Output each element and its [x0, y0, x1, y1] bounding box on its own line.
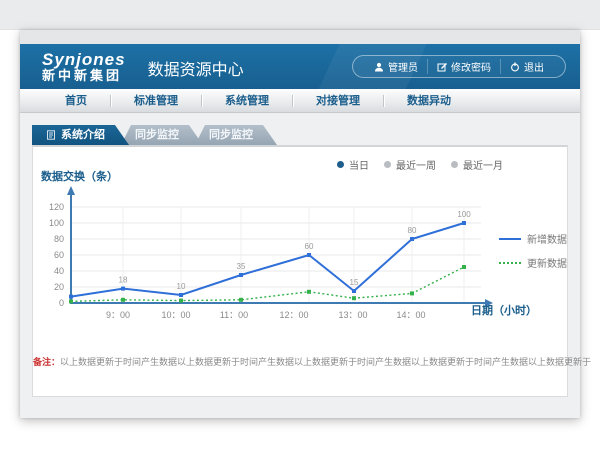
svg-text:60: 60 — [54, 250, 64, 260]
brand-logo: Synjones 新中新集团 — [34, 51, 126, 82]
logout-button[interactable]: 退出 — [500, 59, 553, 74]
legend-item-new-data[interactable]: 新增数据 — [499, 231, 567, 246]
legend-line-solid-icon — [499, 238, 521, 240]
window-top-margin — [20, 30, 580, 44]
main-nav: 首页 标准管理 系统管理 对接管理 数据异动 — [20, 89, 580, 113]
svg-text:20: 20 — [54, 282, 64, 292]
power-icon — [510, 62, 520, 72]
svg-text:80: 80 — [54, 234, 64, 244]
svg-text:10: 10 — [177, 282, 186, 291]
chart-legend: 新增数据 更新数据 — [499, 231, 567, 270]
brand-logo-en: Synjones — [42, 51, 126, 69]
change-password-label: 修改密码 — [451, 59, 491, 74]
tab-sync-monitor-1[interactable]: 同步监控 — [121, 125, 203, 145]
svg-text:12：00: 12：00 — [279, 310, 308, 320]
svg-text:100: 100 — [457, 210, 471, 219]
change-password-button[interactable]: 修改密码 — [427, 59, 500, 74]
app-window: Synjones 新中新集团 数据资源中心 管理员 修改 — [20, 30, 580, 418]
tab-system-intro[interactable]: 系统介绍 — [32, 125, 129, 145]
svg-text:60: 60 — [305, 242, 314, 251]
nav-item-interface-mgmt[interactable]: 对接管理 — [293, 89, 383, 113]
legend-label: 更新数据 — [527, 255, 567, 270]
svg-text:18: 18 — [119, 276, 128, 285]
legend-item-updated-data[interactable]: 更新数据 — [499, 255, 567, 270]
svg-text:15: 15 — [350, 278, 359, 287]
app-title: 数据资源中心 — [148, 56, 244, 89]
page-background: Synjones 新中新集团 数据资源中心 管理员 修改 — [0, 0, 600, 450]
footnote-text: 以上数据更新于时间产生数据以上数据更新于时间产生数据以上数据更新于时间产生数据以… — [60, 357, 591, 367]
svg-text:10：00: 10：00 — [161, 310, 190, 320]
legend-label: 新增数据 — [527, 231, 567, 246]
footnote-prefix: 备注： — [33, 357, 60, 367]
logout-label: 退出 — [524, 59, 544, 74]
content-area: 系统介绍 同步监控 同步监控 当日 最近一周 — [20, 113, 580, 418]
svg-text:35: 35 — [237, 262, 246, 271]
nav-item-system-mgmt[interactable]: 系统管理 — [202, 89, 292, 113]
tab-label: 同步监控 — [209, 125, 253, 145]
svg-text:0: 0 — [59, 298, 64, 308]
user-toolbar: 管理员 修改密码 退出 — [352, 55, 566, 78]
current-user-button[interactable]: 管理员 — [365, 59, 427, 74]
nav-item-data-change[interactable]: 数据异动 — [384, 89, 474, 113]
svg-text:11：00: 11：00 — [220, 310, 248, 320]
svg-text:100: 100 — [49, 218, 64, 228]
x-axis-title: 日期（小时） — [471, 302, 537, 318]
nav-item-standard-mgmt[interactable]: 标准管理 — [111, 89, 201, 113]
svg-text:9：00: 9：00 — [106, 310, 130, 320]
tab-label: 系统介绍 — [61, 125, 105, 145]
svg-text:13：00: 13：00 — [338, 310, 367, 320]
tab-bar: 系统介绍 同步监控 同步监控 — [32, 125, 568, 145]
legend-line-dotted-icon — [499, 262, 521, 264]
edit-icon — [437, 62, 447, 72]
brand-logo-cn: 新中新集团 — [42, 69, 126, 83]
footnote: 备注：以上数据更新于时间产生数据以上数据更新于时间产生数据以上数据更新于时间产生… — [33, 355, 567, 368]
svg-text:80: 80 — [408, 226, 417, 235]
tab-sync-monitor-2[interactable]: 同步监控 — [195, 125, 277, 145]
svg-text:120: 120 — [49, 202, 64, 212]
chart-panel: 当日 最近一周 最近一月 数据交换（条） 0204060801001209：00… — [32, 145, 568, 397]
app-header: Synjones 新中新集团 数据资源中心 管理员 修改 — [20, 44, 580, 89]
person-icon — [374, 62, 384, 72]
svg-text:14：00: 14：00 — [396, 310, 425, 320]
current-user-label: 管理员 — [388, 59, 418, 74]
nav-item-home[interactable]: 首页 — [42, 89, 110, 113]
top-strip — [0, 0, 600, 30]
tab-label: 同步监控 — [135, 125, 179, 145]
svg-text:40: 40 — [54, 266, 64, 276]
document-icon — [46, 130, 56, 140]
